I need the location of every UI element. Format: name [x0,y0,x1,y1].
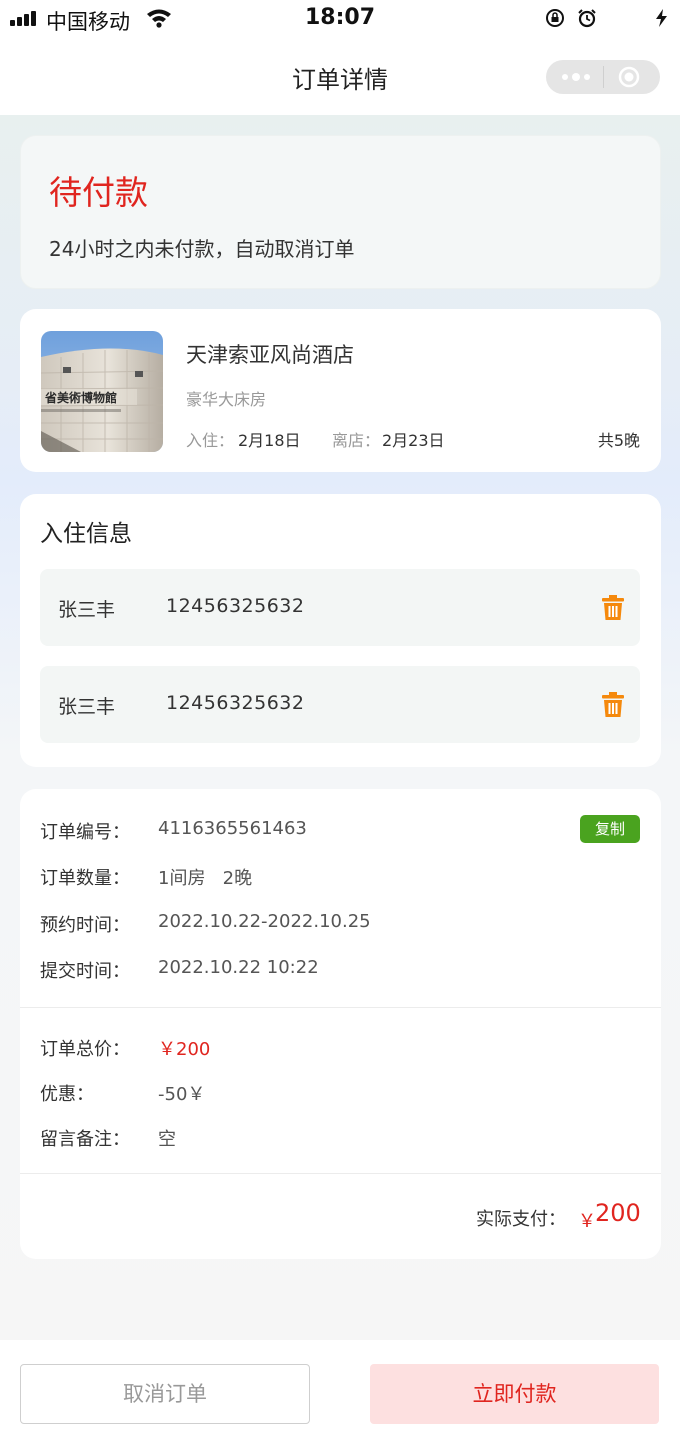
checkout-label: 离店： [332,431,381,450]
bottom-action-bar: 取消订单 立即付款 [0,1340,680,1448]
status-bar: 中国移动 18:07 [0,0,680,38]
reserve-time-label: 预约时间： [40,915,130,936]
trash-icon[interactable] [602,692,624,717]
hotel-card[interactable]: 省美術博物館 天津索亚风尚酒店 豪华大床房 入住： 2月18日 离店： 2月23… [20,309,661,472]
capsule-divider [603,66,604,88]
charging-icon [656,9,667,27]
guest-row: 张三丰 12456325632 [40,666,640,743]
cancel-order-button[interactable]: 取消订单 [20,1364,310,1424]
remark-label: 留言备注： [40,1129,130,1150]
total-price-label: 订单总价： [40,1039,130,1060]
actual-payment-currency: ￥ [578,1211,596,1232]
order-number-label: 订单编号： [40,822,130,843]
remark-value: 空 [158,1129,176,1150]
hotel-image: 省美術博物館 [41,331,163,452]
divider [20,1007,661,1008]
hotel-name: 天津索亚风尚酒店 [186,343,354,367]
total-price: ￥200 [158,1039,211,1060]
nav-bar: 订单详情 [0,38,680,115]
order-number: 4116365561463 [158,818,307,839]
guest-phone: 12456325632 [166,595,305,617]
checkin-label: 入住： [186,431,235,450]
order-status-title: 待付款 [49,173,148,212]
reserve-time: 2022.10.22-2022.10.25 [158,911,371,932]
trash-icon[interactable] [602,595,624,620]
mini-program-capsule [546,60,660,94]
rotation-lock-icon [546,9,564,27]
guest-name: 张三丰 [58,696,116,718]
order-quantity: 1间房 2晚 [158,868,253,889]
guest-phone: 12456325632 [166,692,305,714]
alarm-icon [578,9,596,28]
guest-info-card: 入住信息 张三丰 12456325632 张三丰 12456325632 [20,494,661,767]
order-status-description: 24小时之内未付款，自动取消订单 [49,237,355,261]
room-type: 豪华大床房 [186,390,267,409]
guest-row: 张三丰 12456325632 [40,569,640,646]
divider [20,1173,661,1174]
actual-payment-amount: 200 [595,1199,641,1227]
checkout-date: 2月23日 [382,431,445,450]
close-mini-program-icon[interactable] [618,66,640,88]
guest-name: 张三丰 [58,599,116,621]
order-status-card: 待付款 24小时之内未付款，自动取消订单 [20,135,661,289]
copy-button[interactable]: 复制 [580,815,640,843]
pay-now-button[interactable]: 立即付款 [370,1364,659,1424]
discount-label: 优惠： [40,1084,94,1105]
more-icon[interactable] [560,69,592,85]
order-detail-card: 订单编号： 4116365561463 复制 订单数量： 1间房 2晚 预约时间… [20,789,661,1259]
guest-info-title: 入住信息 [40,521,132,547]
actual-payment-label: 实际支付： [476,1209,566,1230]
submit-time: 2022.10.22 10:22 [158,957,319,978]
hotel-image-sign: 省美術博物館 [44,390,117,405]
order-quantity-label: 订单数量： [40,868,130,889]
discount-value: -50￥ [158,1084,206,1105]
nights-count: 共5晚 [597,431,640,450]
checkin-date: 2月18日 [238,431,301,450]
submit-time-label: 提交时间： [40,961,130,982]
